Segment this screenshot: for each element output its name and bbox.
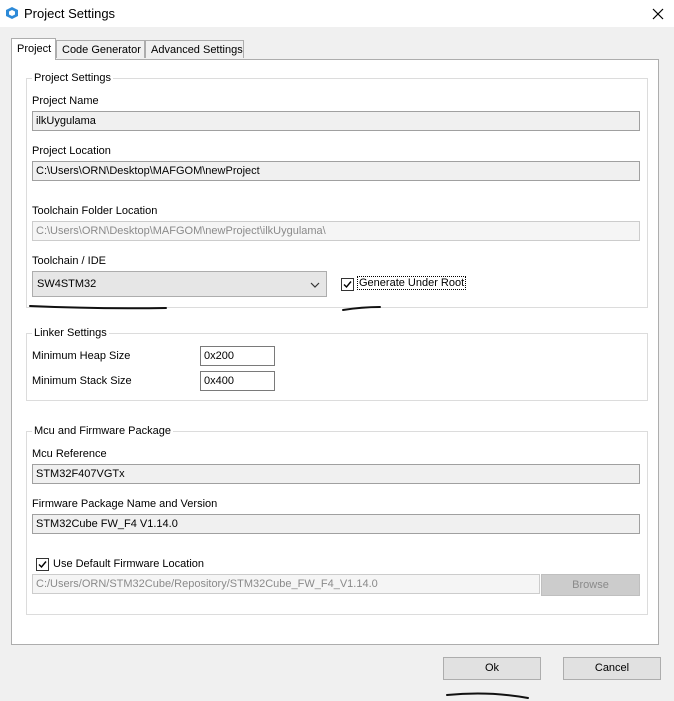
tab-project-label: Project <box>17 43 52 55</box>
annotation-strokes <box>29 305 529 699</box>
tab-project[interactable]: Project <box>11 38 56 60</box>
